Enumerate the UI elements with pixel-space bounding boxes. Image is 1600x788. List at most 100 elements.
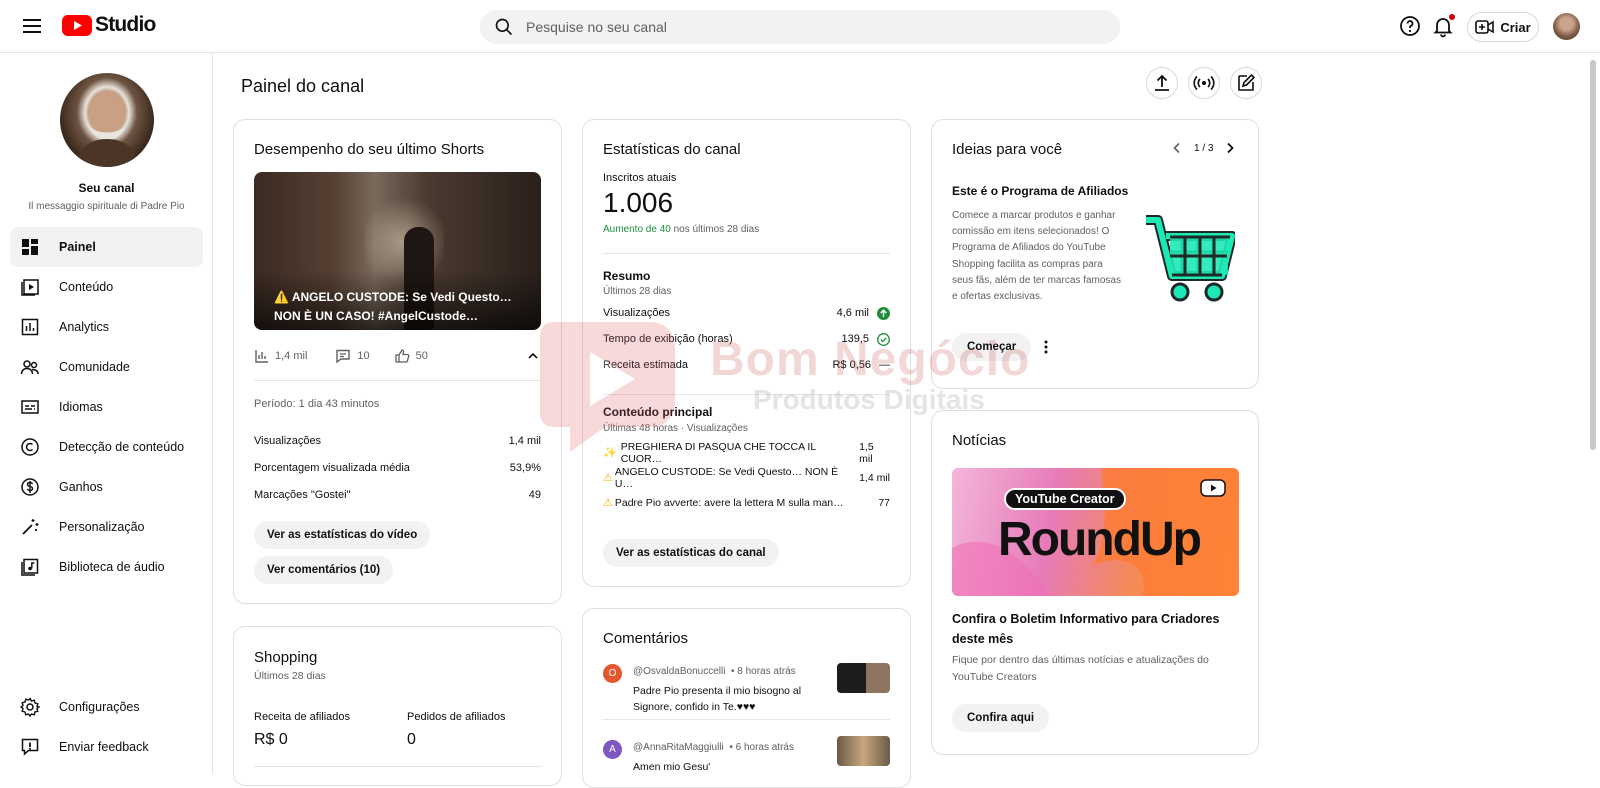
top-content-row[interactable]: ⚠ Padre Pio avverte: avere la lettera M s… [603, 490, 890, 515]
start-button[interactable]: Começar [952, 333, 1032, 361]
divider [603, 719, 890, 720]
top-content-list: ✨ PREGHIERA DI PASQUA CHE TOCCA IL CUOR… 1… [603, 440, 890, 515]
card-title: Notícias [952, 432, 1007, 449]
top-content-row[interactable]: ⚠ ANGELO CUSTODE: Se Vedi Questo… NON È U… [603, 465, 890, 490]
stat-value: 53,9% [509, 461, 541, 474]
ideas-card: Ideias para você 1 / 3 Este é o Programa… [931, 119, 1259, 389]
stat-label: Visualizações [254, 434, 322, 447]
summary-row: Tempo de exibição (horas) 139,5 [603, 326, 890, 352]
card-title: Comentários [603, 630, 689, 647]
sidebar-item-label: Personalização [59, 520, 145, 534]
dollar-icon [21, 478, 39, 496]
video-plus-icon [1475, 20, 1495, 34]
stat-row: Visualizações 1,4 mil [254, 427, 541, 454]
sidebar-item-idiomas[interactable]: Idiomas [10, 387, 203, 427]
check-it-button[interactable]: Confira aqui [952, 704, 1050, 732]
stat-row: Marcações "Gostei" 49 [254, 481, 541, 508]
summary-value: 139,5 [841, 333, 869, 345]
bar-chart-icon [255, 350, 268, 363]
summary-title: Resumo [603, 269, 651, 283]
edit-pencil-icon [1238, 73, 1256, 91]
stat-row: Porcentagem visualizada média 53,9% [254, 454, 541, 481]
short-views: 1,4 mil [275, 350, 308, 362]
chevron-up-icon[interactable] [525, 348, 541, 364]
chevron-left-icon[interactable] [1170, 141, 1184, 155]
comment-video-thumbnail[interactable] [837, 663, 890, 693]
youtube-logo-icon [62, 14, 92, 36]
top-bar: Studio Criar [0, 0, 1600, 53]
gear-icon [20, 697, 40, 717]
sidebar-item-conteudo[interactable]: Conteúdo [10, 267, 203, 307]
top-content-label: PREGHIERA DI PASQUA CHE TOCCA IL CUOR… [620, 440, 816, 465]
studio-logo[interactable]: Studio [62, 13, 156, 37]
view-channel-stats-button[interactable]: Ver as estatísticas do canal [603, 539, 779, 567]
create-post-button[interactable] [1230, 67, 1262, 99]
comment-video-thumbnail[interactable] [837, 736, 890, 766]
sidebar-item-label: Configurações [59, 700, 140, 714]
affiliate-orders-label: Pedidos de afiliados [407, 711, 506, 723]
subtitles-icon [21, 400, 39, 414]
channel-handle: Il messaggio spirituale di Padre Pio [28, 201, 185, 212]
sidebar-item-feedback[interactable]: Enviar feedback [10, 727, 203, 767]
news-banner-image[interactable]: YouTube Creator RoundUp [952, 468, 1239, 596]
channel-avatar[interactable] [60, 73, 154, 167]
sidebar-item-personalizacao[interactable]: Personalização [10, 507, 203, 547]
shopping-card: Shopping Últimos 28 dias Receita de afil… [233, 626, 562, 786]
sidebar-item-deteccao[interactable]: Detecção de conteúdo [10, 427, 203, 467]
top-content-label: Padre Pio avverte: avere la lettera M su… [614, 496, 844, 509]
audio-library-icon [21, 558, 39, 576]
summary-label: Visualizações [603, 307, 671, 319]
more-vert-icon[interactable] [1038, 339, 1054, 355]
hamburger-menu-icon[interactable] [20, 14, 44, 38]
copyright-icon [21, 438, 39, 456]
notifications-bell-icon[interactable] [1431, 13, 1456, 38]
search-input[interactable] [526, 19, 1086, 35]
upload-button[interactable] [1146, 67, 1178, 99]
commenter-avatar: O [603, 664, 622, 683]
search-bar[interactable] [480, 10, 1120, 44]
warning-emoji-icon: ⚠ [603, 497, 613, 509]
page-scrollbar[interactable] [1590, 60, 1596, 450]
sidebar-item-painel[interactable]: Painel [10, 227, 203, 267]
short-stats: Visualizações 1,4 mil Porcentagem visuali… [254, 427, 541, 508]
card-title: Desempenho do seu último Shorts [254, 141, 485, 158]
sidebar-item-configuracoes[interactable]: Configurações [10, 687, 203, 727]
banner-title: RoundUp [998, 513, 1202, 566]
comment-text: Padre Pio presenta il mio bisogno al Sig… [633, 685, 802, 713]
commenter-avatar: A [603, 740, 622, 759]
top-content-value: 1,4 mil [859, 471, 891, 484]
sidebar-item-ganhos[interactable]: Ganhos [10, 467, 203, 507]
chevron-right-icon[interactable] [1223, 141, 1237, 155]
account-avatar[interactable] [1553, 13, 1580, 40]
sidebar-item-analytics[interactable]: Analytics [10, 307, 203, 347]
top-content-row[interactable]: ✨ PREGHIERA DI PASQUA CHE TOCCA IL CUOR… 1… [603, 440, 890, 465]
comment-author[interactable]: @OsvaldaBonuccelli [633, 666, 725, 677]
pager-text: 1 / 3 [1194, 142, 1214, 154]
comment-author[interactable]: @AnnaRitaMaggiulli [633, 742, 724, 753]
live-broadcast-icon [1193, 75, 1215, 91]
short-thumbnail[interactable]: ⚠️ ANGELO CUSTODE: Se Vedi Questo… NON È… [254, 172, 541, 330]
sidebar-item-comunidade[interactable]: Comunidade [10, 347, 203, 387]
news-headline: Confira o Boletim Informativo para Criad… [952, 612, 1220, 646]
check-circle-icon [877, 332, 890, 346]
page-title: Painel do canal [241, 76, 365, 96]
sidebar-item-biblioteca[interactable]: Biblioteca de áudio [10, 547, 203, 587]
content-icon [21, 279, 39, 296]
card-title: Estatísticas do canal [603, 141, 741, 158]
sidebar: Seu canal Il messaggio spirituale di Pad… [0, 53, 213, 774]
sidebar-item-label: Detecção de conteúdo [59, 440, 185, 454]
thumbs-up-icon [395, 349, 410, 363]
sidebar-item-label: Comunidade [59, 360, 130, 374]
community-icon [20, 360, 39, 375]
stat-value: 49 [528, 488, 541, 501]
view-video-stats-button[interactable]: Ver as estatísticas do vídeo [254, 521, 431, 549]
view-comments-button[interactable]: Ver comentários (10) [254, 556, 394, 584]
short-metrics: 1,4 mil 10 50 [254, 348, 541, 364]
help-icon[interactable] [1398, 14, 1422, 38]
warning-emoji-icon: ⚠ [603, 472, 613, 484]
search-icon [495, 18, 513, 36]
create-button[interactable]: Criar [1467, 12, 1539, 42]
go-live-button[interactable] [1188, 67, 1220, 99]
sidebar-item-label: Ganhos [59, 480, 103, 494]
summary-row: Receita estimada R$ 0,56 — [603, 352, 890, 378]
